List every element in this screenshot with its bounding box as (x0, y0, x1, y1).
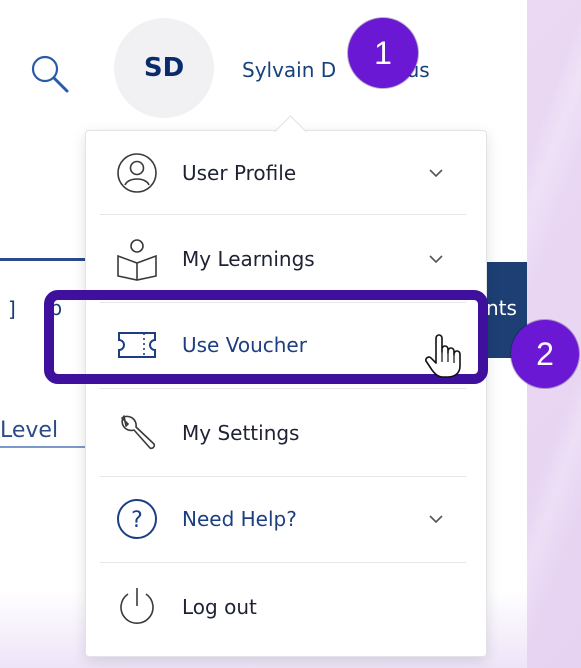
hand-cursor-icon (422, 332, 466, 380)
menu-item-label: Need Help? (182, 507, 297, 531)
power-icon (114, 584, 160, 630)
step-badge-number: 1 (374, 34, 392, 71)
menu-item-label: Log out (182, 595, 257, 619)
level-link[interactable]: Level (0, 418, 58, 443)
step-badge-1: 1 (348, 18, 418, 88)
user-name-text: Sylvain D (242, 58, 337, 82)
user-profile-icon (114, 150, 160, 196)
menu-item-log-out[interactable]: Log out (100, 564, 466, 650)
chevron-down-icon[interactable] (424, 507, 448, 531)
help-question-icon: ? (114, 496, 160, 542)
avatar[interactable]: SD (114, 18, 214, 118)
menu-item-need-help[interactable]: ? Need Help? (100, 476, 466, 562)
menu-item-label: User Profile (182, 161, 297, 185)
menu-item-user-profile[interactable]: User Profile (100, 130, 466, 216)
menu-item-label: My Learnings (182, 247, 315, 271)
menu-divider (100, 214, 466, 215)
tab-active-label: nts (486, 296, 517, 320)
svg-text:?: ? (131, 508, 143, 533)
menu-divider (100, 388, 466, 389)
step-badge-number: 2 (536, 335, 554, 372)
step-badge-2: 2 (511, 320, 579, 388)
search-icon[interactable] (28, 52, 72, 96)
book-reader-icon (114, 236, 160, 282)
tab-fragment[interactable]: ] (8, 297, 16, 321)
level-underline (0, 446, 96, 448)
menu-divider (100, 562, 466, 563)
chevron-down-icon[interactable] (424, 161, 448, 185)
chevron-down-icon[interactable] (424, 247, 448, 271)
menu-item-my-settings[interactable]: My Settings (100, 390, 466, 476)
avatar-initials: SD (143, 53, 185, 83)
menu-item-label: My Settings (182, 421, 300, 445)
wrench-icon (114, 410, 160, 456)
